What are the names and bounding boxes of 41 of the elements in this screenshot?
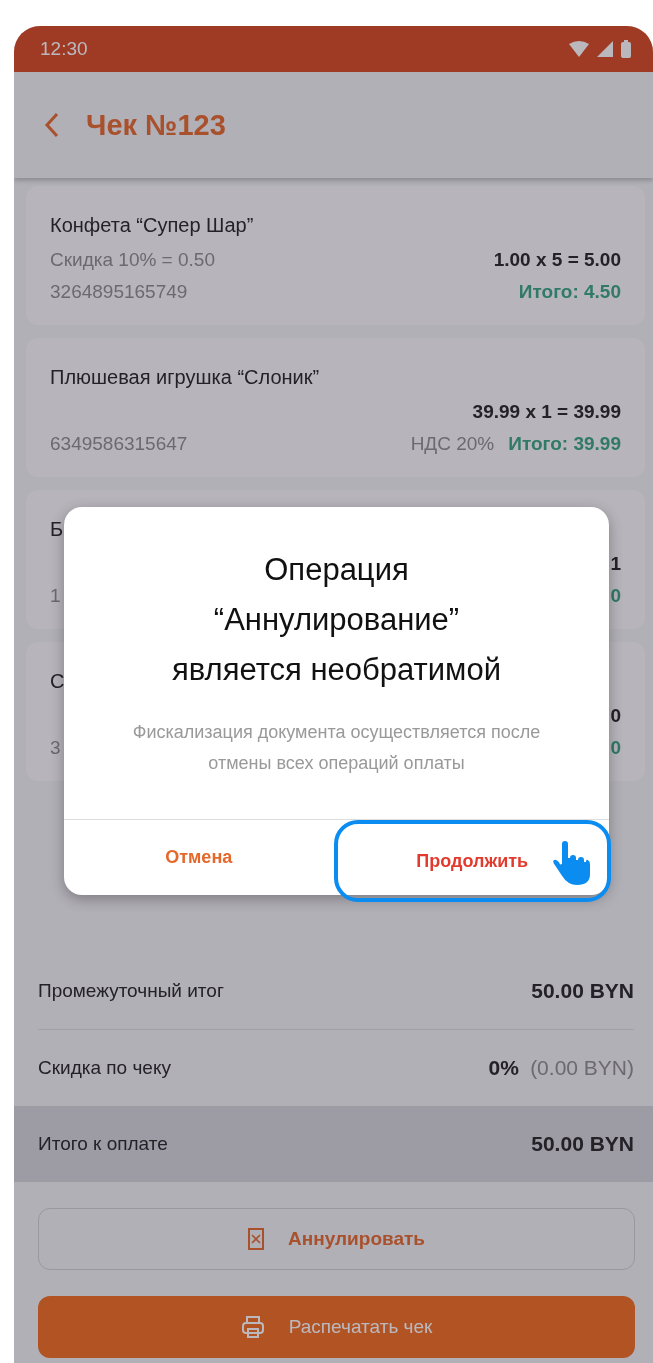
item-card[interactable]: Плюшевая игрушка “Слоник” 39.99 x 1 = 39.99 6349586315647 НДС 20% Итого: 39.99: [26, 338, 645, 477]
cancel-button[interactable]: Отмена: [64, 820, 334, 895]
item-total: Итого: 4.50: [518, 281, 621, 303]
screen-title: Чек №123: [86, 108, 226, 142]
item-name: С: [50, 669, 65, 694]
item-total: 0: [610, 737, 621, 759]
item-barcode: 6349586315647: [50, 433, 188, 455]
item-barcode: 3264895165749: [50, 281, 188, 303]
void-receipt-icon: [248, 1228, 265, 1250]
item-card[interactable]: Конфета “Супер Шар” Скидка 10% = 0.50 1.00 x 5 = 5.00 3264895165749 Итого: 4.50: [26, 186, 645, 325]
item-barcode: 1: [50, 585, 61, 607]
battery-icon: [621, 40, 631, 58]
summary-value: 50.00 BYN: [531, 1132, 634, 1155]
item-name: Конфета “Супер Шар”: [50, 213, 254, 238]
summary-label: Итого к оплате: [38, 1133, 168, 1155]
item-price: 0: [610, 705, 621, 727]
status-time: 12:30: [40, 38, 88, 60]
dialog-message: Фискализация документа осуществляется после отмены всех операций оплаты: [131, 721, 542, 775]
summary-label: Скидка по чеку: [38, 1057, 171, 1079]
void-button[interactable]: Аннулировать: [38, 1208, 635, 1270]
back-icon[interactable]: [44, 112, 60, 138]
item-price: 1: [610, 553, 621, 575]
wifi-icon: [569, 41, 589, 57]
printer-icon: [240, 1315, 265, 1339]
item-price: 39.99 x 1 = 39.99: [472, 401, 621, 423]
item-discount: Скидка 10% = 0.50: [50, 249, 215, 271]
item-barcode: 3: [50, 737, 61, 759]
item-name: Плюшевая игрушка “Слоник”: [50, 365, 320, 390]
item-name: Б: [50, 517, 64, 542]
item-price: 1.00 x 5 = 5.00: [493, 249, 621, 271]
summary-label: Промежуточный итог: [38, 980, 224, 1002]
continue-button[interactable]: Продолжить: [333, 820, 611, 902]
item-vat: НДС 20%: [410, 433, 495, 455]
print-button[interactable]: Распечатать чек: [38, 1296, 635, 1358]
summary-value: 0%: [488, 1056, 519, 1079]
signal-icon: [597, 41, 613, 57]
item-total: 0: [610, 585, 621, 607]
summary-note: (0.00 BYN): [530, 1056, 634, 1079]
dialog-title: Операция “Аннулирование” является необратимой: [171, 551, 502, 689]
item-total: Итого: 39.99: [508, 433, 621, 455]
summary-value: 50.00 BYN: [531, 979, 634, 1002]
